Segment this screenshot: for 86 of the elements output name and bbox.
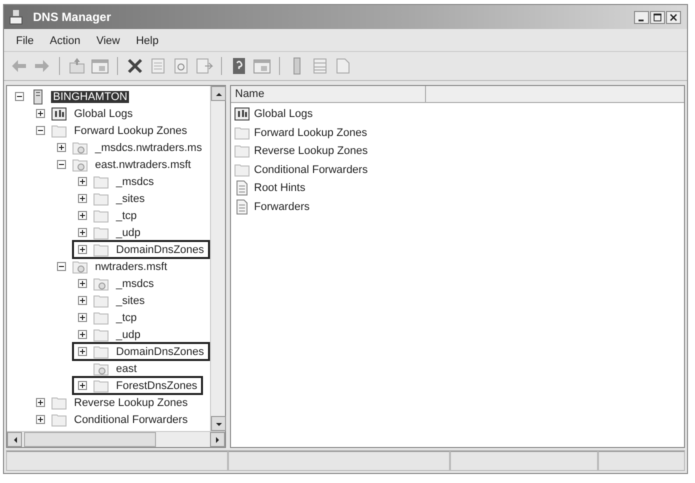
folder-icon [93,242,109,258]
tree-item[interactable]: _udp [114,226,142,238]
list-item[interactable]: Conditional Forwarders [252,164,370,176]
tree-item[interactable]: east [114,362,139,374]
menu-item[interactable]: View [88,35,128,47]
folder-icon [234,143,250,160]
folder-icon [93,190,109,206]
tree-item[interactable]: ForestDnsZones [114,380,200,392]
folder-icon [93,208,109,224]
tree-item[interactable]: Global Logs [72,108,135,120]
collapse-icon[interactable] [57,160,66,169]
right-arrow-icon[interactable] [214,436,222,444]
folder-icon [93,326,109,342]
tree-item[interactable]: DomainDnsZones [114,244,206,256]
list-item[interactable]: Global Logs [252,108,315,120]
collapse-icon[interactable] [15,92,24,101]
menu-item[interactable]: File [8,35,42,47]
tree-item[interactable]: Reverse Lookup Zones [72,396,190,408]
tree-item[interactable]: Forward Lookup Zones [72,124,190,136]
document-icon [234,180,250,196]
folder-icon [51,412,67,428]
expand-icon[interactable] [78,381,87,390]
zone-folder-icon [93,276,109,292]
column-header[interactable]: Name [231,86,426,103]
expand-icon[interactable] [78,347,87,356]
tree-item[interactable]: _tcp [114,312,139,324]
zone-folder-icon [72,258,88,274]
expand-icon[interactable] [78,245,87,254]
tree-item[interactable]: east.nwtraders.msft [93,158,193,170]
expand-icon[interactable] [78,194,87,203]
horizontal-scrollbar[interactable] [7,431,225,447]
list-item[interactable]: Reverse Lookup Zones [252,145,370,158]
folder-icon [234,124,250,141]
close-icon[interactable] [666,10,681,24]
expand-icon[interactable] [78,279,87,288]
folder-icon [93,344,109,360]
folder-icon [93,378,109,394]
tree-item[interactable]: BINGHAMTON [51,90,130,102]
collapse-icon[interactable] [57,262,66,271]
list-item[interactable]: Forwarders [252,200,312,213]
help-icon[interactable] [230,57,248,75]
tree-item[interactable]: _msdcs [114,278,156,290]
zone-folder-icon [72,140,88,156]
expand-icon[interactable] [36,109,45,118]
tree-item[interactable]: _msdcs.nwtraders.ms [93,142,204,154]
folder-icon [93,174,109,190]
tree-item[interactable]: _sites [114,192,147,204]
folder-icon [51,394,67,410]
expand-icon[interactable] [78,211,87,220]
folder-icon [93,310,109,326]
log-icon [51,106,67,122]
expand-icon[interactable] [36,398,45,407]
tree-item[interactable]: _udp [114,328,142,340]
expand-icon[interactable] [78,296,87,305]
app-icon [8,9,24,25]
expand-icon[interactable] [78,228,87,237]
folder-icon [51,122,67,138]
expand-icon[interactable] [78,330,87,339]
log-icon [234,106,250,122]
folder-icon [93,292,109,308]
expand-icon[interactable] [57,143,66,152]
tree-item[interactable]: _tcp [114,210,139,222]
maximize-icon[interactable] [650,10,665,24]
zone-folder-icon [72,156,88,172]
tree-item[interactable]: _sites [114,294,147,306]
folder-icon [93,224,109,240]
refresh-icon[interactable] [172,57,190,75]
expand-icon[interactable] [36,415,45,424]
tree-item[interactable]: Conditional Forwarders [72,414,190,426]
list-item[interactable]: Forward Lookup Zones [252,126,370,139]
tree-item[interactable]: DomainDnsZones [114,346,206,358]
zone-folder-icon [93,360,109,376]
folder-icon [234,162,250,178]
collapse-icon[interactable] [36,126,45,135]
expand-icon[interactable] [78,177,87,186]
minimize-icon[interactable] [634,10,649,24]
expand-icon[interactable] [78,313,87,322]
window-title: DNS Manager [33,10,112,24]
delete-icon[interactable] [126,57,144,75]
tree-item[interactable]: nwtraders.msft [93,260,170,272]
tree-item[interactable]: _msdcs [114,176,156,188]
document-icon [234,198,250,215]
menu-item[interactable]: Help [128,35,167,47]
list-item[interactable]: Root Hints [252,182,308,194]
vertical-scrollbar[interactable] [210,86,225,431]
menu-item[interactable]: Action [42,35,88,47]
